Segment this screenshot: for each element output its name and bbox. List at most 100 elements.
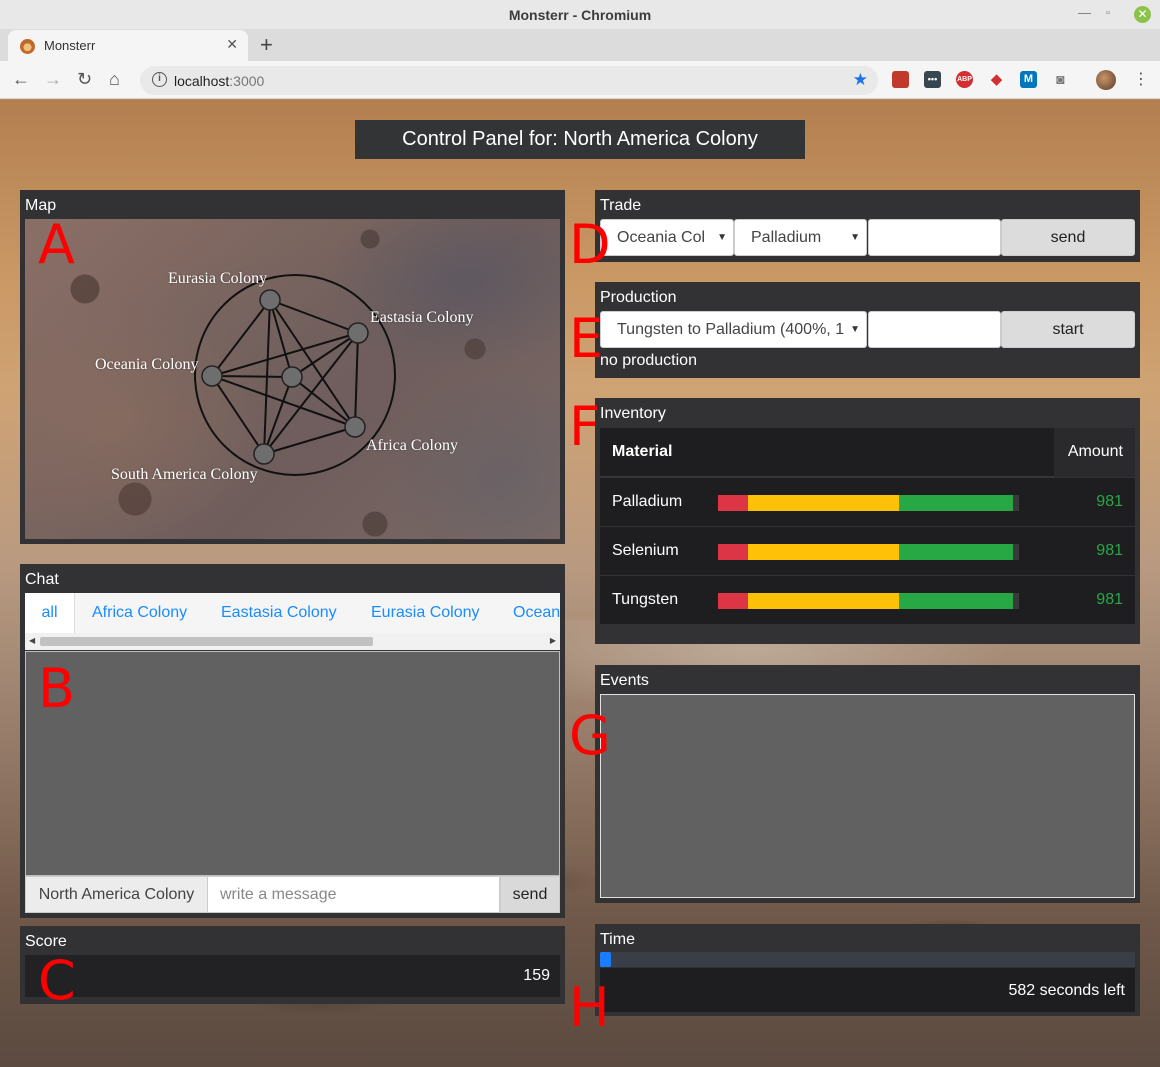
bar-segment-green xyxy=(899,495,1013,511)
close-window-icon[interactable]: ✕ xyxy=(1134,6,1151,23)
map-label-south-america: South America Colony xyxy=(111,466,258,483)
annotation-letter-g: G xyxy=(569,704,611,767)
node-eurasia xyxy=(259,289,281,311)
close-tab-icon[interactable]: ✕ xyxy=(226,36,238,53)
chat-tab-eurasia[interactable]: Eurasia Colony xyxy=(371,593,480,633)
scroll-thumb[interactable] xyxy=(40,637,373,646)
production-recipe-value: Tungsten to Palladium (400%, 1 xyxy=(617,321,845,338)
trade-material-select[interactable]: Palladium ▼ xyxy=(734,219,867,256)
node-oceania xyxy=(201,365,223,387)
map-label-africa: Africa Colony xyxy=(366,437,458,454)
address-url: localhost:3000 xyxy=(174,73,264,89)
chat-tab-eastasia[interactable]: Eastasia Colony xyxy=(221,593,337,633)
app-page: Control Panel for: North America Colony … xyxy=(0,100,1160,1067)
chevron-down-icon: ▼ xyxy=(847,312,860,347)
bookmark-star-icon[interactable]: ★ xyxy=(853,70,868,90)
production-amount-input[interactable] xyxy=(868,311,1001,348)
browser-tab[interactable]: Monsterr ✕ xyxy=(8,30,248,61)
map-label-eastasia: Eastasia Colony xyxy=(370,309,474,326)
annotation-letter-h: H xyxy=(569,976,610,1039)
new-tab-icon[interactable]: + xyxy=(260,32,273,58)
production-status: no production xyxy=(600,352,697,369)
site-info-icon[interactable]: i xyxy=(152,72,167,87)
annotation-letter-c: C xyxy=(38,949,76,1012)
trade-amount-input[interactable] xyxy=(868,219,1001,256)
inventory-header-material[interactable]: Material xyxy=(600,428,1054,477)
bar-segment-red xyxy=(718,544,748,560)
time-progress-bar xyxy=(600,952,1135,967)
chat-panel: Chat all Africa Colony Eastasia Colony E… xyxy=(20,564,565,918)
chat-send-button[interactable]: send xyxy=(500,876,560,913)
trade-send-button[interactable]: send xyxy=(1001,219,1135,256)
bar-segment-green xyxy=(899,544,1013,560)
extension-book-icon[interactable] xyxy=(892,71,909,88)
bar-segment-green xyxy=(899,593,1013,609)
score-panel: Score 159 C xyxy=(20,926,565,1008)
annotation-letter-a: A xyxy=(38,213,75,276)
chat-tab-bar: all Africa Colony Eastasia Colony Eurasi… xyxy=(25,593,560,633)
annotation-letter-d: D xyxy=(569,213,611,276)
extension-m-icon[interactable]: M xyxy=(1020,71,1037,88)
inventory-amount: 981 xyxy=(1096,542,1123,559)
forward-icon[interactable]: → xyxy=(44,69,62,90)
inventory-header-amount[interactable]: Amount xyxy=(1054,428,1135,477)
inventory-material-name: Palladium xyxy=(612,493,683,510)
time-panel: Time 582 seconds left H xyxy=(569,924,1140,1035)
maximize-icon[interactable]: ▫ xyxy=(1106,7,1110,19)
inventory-panel: Inventory Material Amount Palladium 981 … xyxy=(569,398,1140,644)
chat-tabs-scrollbar[interactable]: ◀ ▶ xyxy=(25,633,560,650)
production-start-button[interactable]: start xyxy=(1001,311,1135,348)
chat-tab-oceania[interactable]: Ocean xyxy=(513,593,560,633)
chat-tab-all[interactable]: all xyxy=(25,593,75,633)
map-panel: Map Eurasia Colony Eastasia Colony Ocean… xyxy=(20,190,565,544)
amount-column-label: Amount xyxy=(1067,443,1123,460)
scroll-left-icon[interactable]: ◀ xyxy=(29,636,35,645)
home-icon[interactable]: ⌂ xyxy=(109,69,120,90)
inventory-level-bar xyxy=(718,593,1019,609)
browser-menu-icon[interactable]: ⋮ xyxy=(1133,69,1149,89)
monsterr-favicon-icon xyxy=(20,39,35,54)
bar-segment-yellow xyxy=(748,544,899,560)
inventory-row: Tungsten 981 xyxy=(600,575,1135,624)
screenshot-camera-icon[interactable]: ◙ xyxy=(1052,71,1069,88)
reload-icon[interactable]: ↻ xyxy=(77,69,92,90)
extension-diamond-icon[interactable]: ◆ xyxy=(988,71,1005,88)
trade-colony-value: Oceania Col xyxy=(617,229,706,246)
events-title: Events xyxy=(600,672,649,689)
node-africa xyxy=(344,416,366,438)
address-bar[interactable]: i localhost:3000 ★ xyxy=(140,66,878,95)
inventory-level-bar xyxy=(718,544,1019,560)
inventory-level-bar xyxy=(718,495,1019,511)
colony-network-graph xyxy=(194,274,396,476)
time-title: Time xyxy=(600,931,635,948)
scroll-right-icon[interactable]: ▶ xyxy=(550,636,556,645)
production-panel: Production Tungsten to Palladium (400%, … xyxy=(569,282,1140,378)
node-north-america xyxy=(281,366,303,388)
node-eastasia xyxy=(347,322,369,344)
time-progress-fill xyxy=(600,952,611,967)
url-port: :3000 xyxy=(229,73,265,89)
back-icon[interactable]: ← xyxy=(12,69,30,90)
url-host: localhost xyxy=(174,73,230,89)
chat-message-input[interactable] xyxy=(208,876,500,913)
inventory-amount: 981 xyxy=(1096,591,1123,608)
minimize-icon[interactable]: — xyxy=(1078,5,1091,20)
time-remaining-box: 582 seconds left xyxy=(600,968,1135,1012)
score-display: 159 xyxy=(25,955,560,997)
score-value: 159 xyxy=(523,967,550,984)
inventory-row: Selenium 981 xyxy=(600,526,1135,575)
production-recipe-select[interactable]: Tungsten to Palladium (400%, 1 ▼ xyxy=(600,311,867,348)
events-log xyxy=(600,694,1135,898)
extension-dots-icon[interactable]: ••• xyxy=(924,71,941,88)
time-remaining-text: 582 seconds left xyxy=(1008,982,1125,999)
colony-map[interactable]: Eurasia Colony Eastasia Colony Oceania C… xyxy=(25,219,560,539)
browser-tab-title: Monsterr xyxy=(44,38,96,53)
trade-colony-select[interactable]: Oceania Col ▼ xyxy=(600,219,734,256)
chat-tab-africa[interactable]: Africa Colony xyxy=(92,593,187,633)
bar-segment-yellow xyxy=(748,495,899,511)
chat-title: Chat xyxy=(25,571,59,588)
bar-segment-yellow xyxy=(748,593,899,609)
profile-avatar[interactable] xyxy=(1096,70,1116,90)
chat-input-row: North America Colony send xyxy=(25,876,560,913)
adblock-plus-icon[interactable]: ABP xyxy=(956,71,973,88)
